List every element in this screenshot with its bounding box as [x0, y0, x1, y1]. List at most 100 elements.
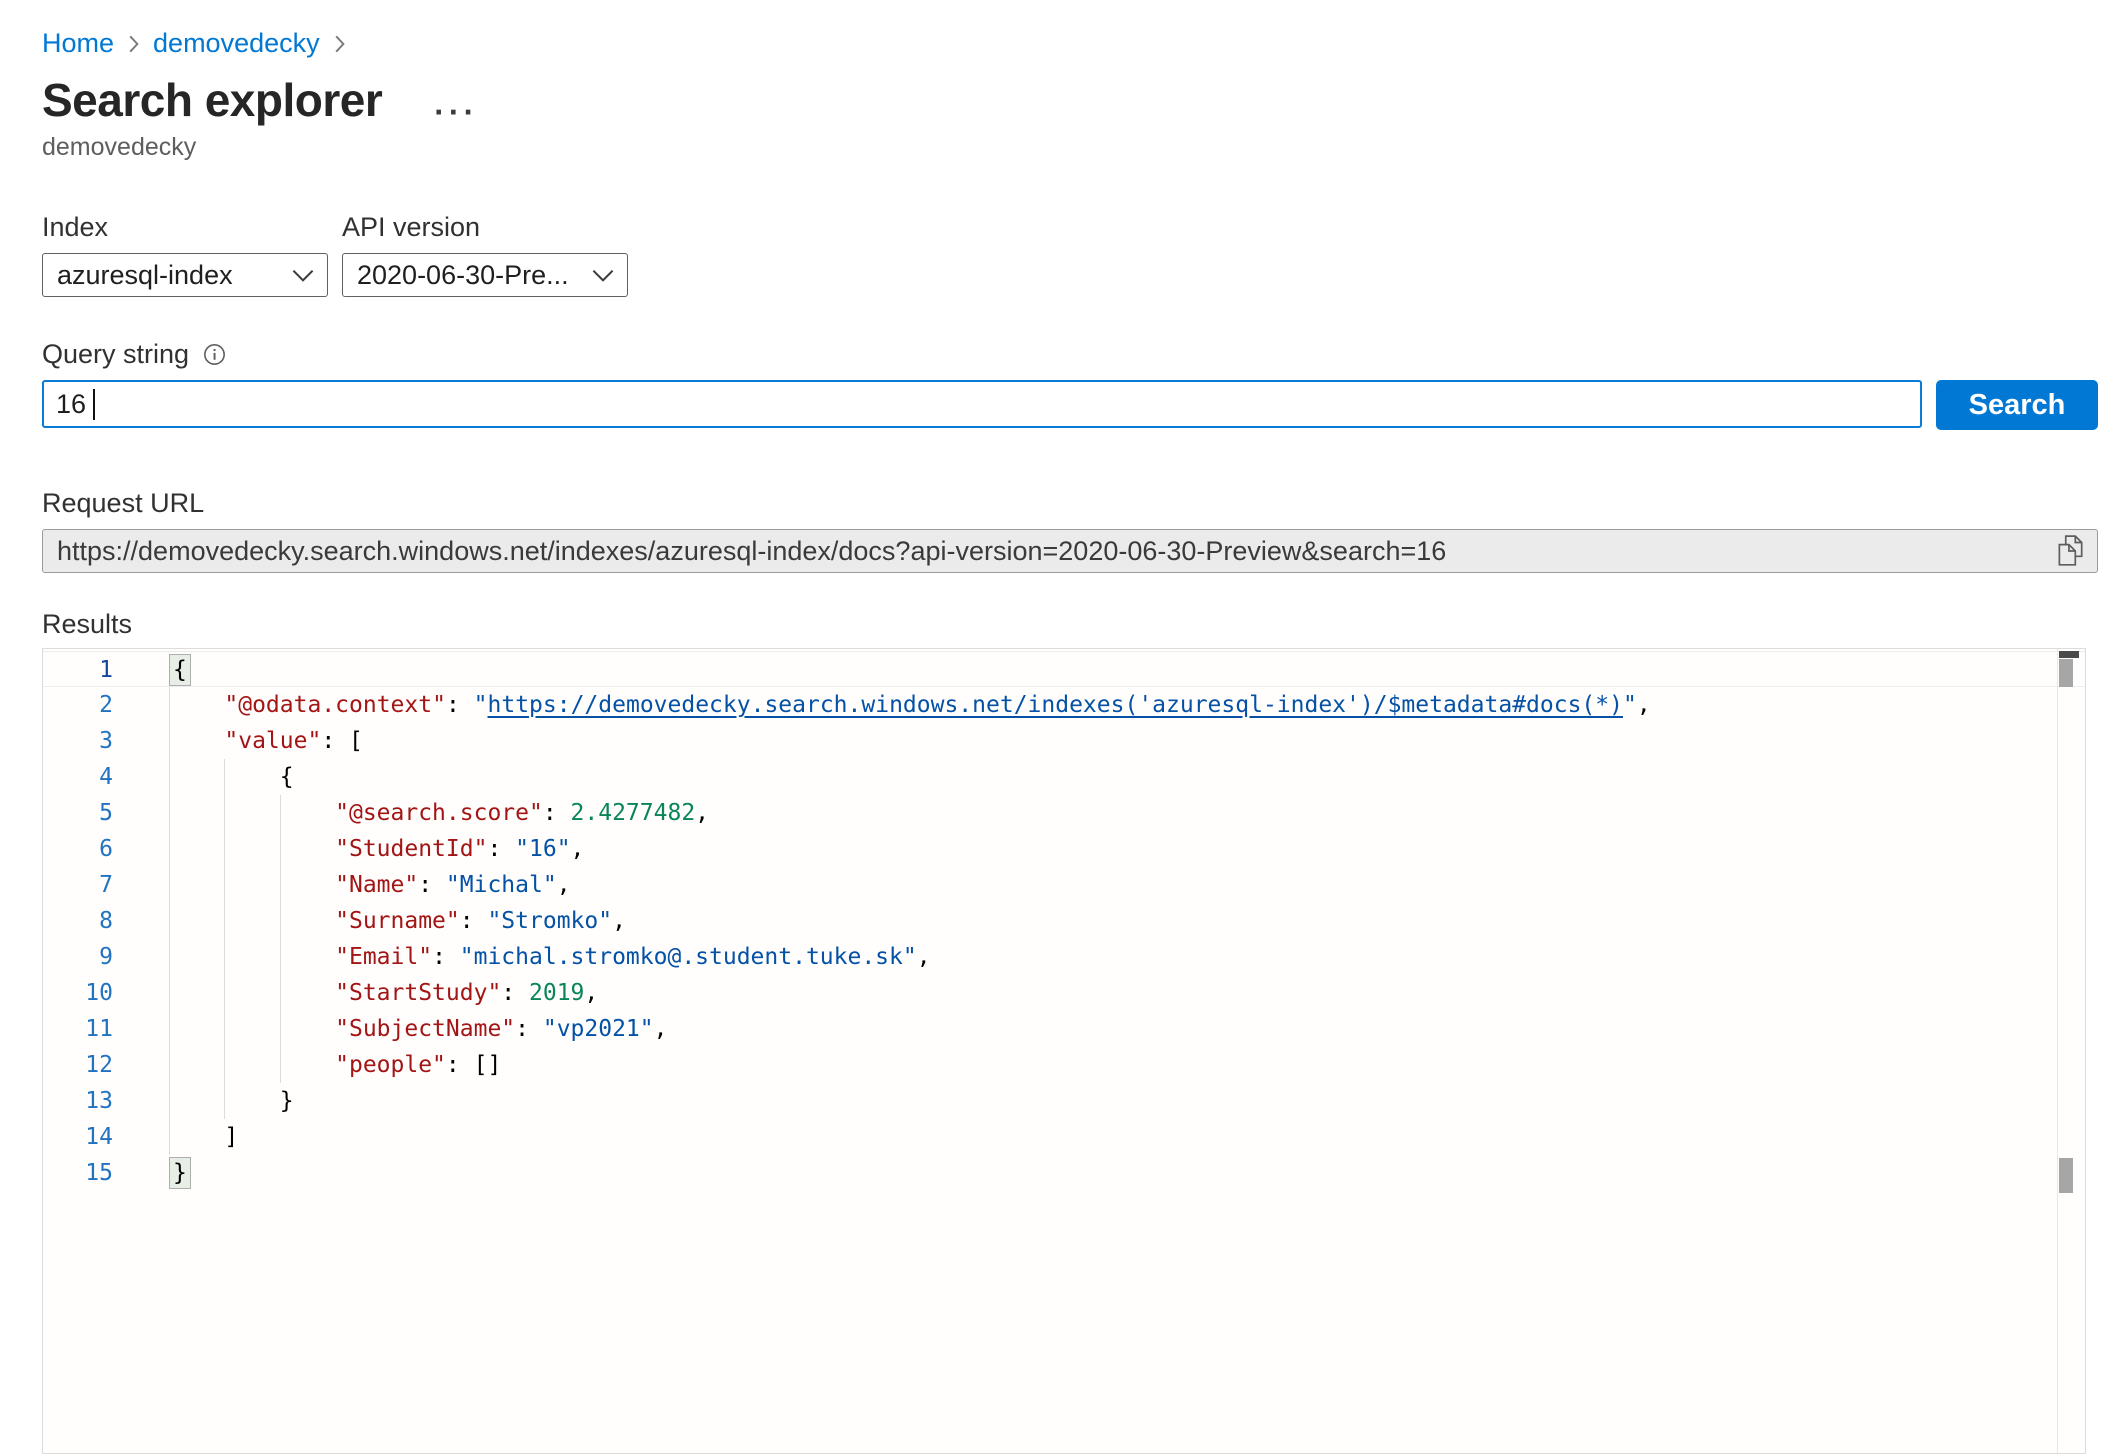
chevron-down-icon	[591, 268, 615, 283]
code-token: :	[432, 944, 460, 970]
indent-guide	[169, 1047, 224, 1083]
code-line-text: "Name": "Michal",	[169, 867, 571, 903]
code-token: ,	[557, 872, 571, 898]
code-line-text: ]	[169, 1119, 238, 1155]
more-options-button[interactable]: ···	[434, 97, 478, 127]
code-line-text: }	[169, 1083, 294, 1119]
code-line: 15}	[43, 1155, 2085, 1191]
indent-guide	[169, 795, 224, 831]
code-line: 14]	[43, 1119, 2085, 1155]
code-line: 6"StudentId": "16",	[43, 831, 2085, 867]
breadcrumb-home-link[interactable]: Home	[42, 28, 114, 59]
code-token: ,	[654, 1016, 668, 1042]
code-token: :	[460, 908, 488, 934]
indent-guide	[280, 795, 335, 831]
text-cursor	[93, 389, 95, 420]
request-url-label: Request URL	[42, 488, 2098, 519]
search-button[interactable]: Search	[1936, 380, 2098, 430]
indent-guide	[280, 903, 335, 939]
results-editor[interactable]: 1{2"@odata.context": "https://demovedeck…	[42, 648, 2086, 1454]
copy-button[interactable]	[2055, 534, 2085, 568]
code-token: :	[543, 800, 571, 826]
line-number: 5	[43, 795, 113, 831]
line-number: 7	[43, 867, 113, 903]
ruler-cursor-marker	[2059, 651, 2079, 658]
line-number: 15	[43, 1155, 113, 1191]
indent-guide	[224, 759, 279, 795]
selects-row: azuresql-index 2020-06-30-Pre...	[42, 253, 2098, 297]
query-input-wrap	[42, 380, 1922, 430]
indent-guide	[169, 759, 224, 795]
select-labels-row: Index API version	[42, 212, 2098, 243]
chevron-right-icon	[126, 33, 141, 55]
indent-guide	[224, 1047, 279, 1083]
page-header: Search explorer ···	[42, 73, 2098, 127]
code-line: 8 "Surname": "Stromko",	[43, 903, 2085, 939]
code-token: :	[418, 872, 446, 898]
breadcrumb: Home demovedecky	[42, 0, 2098, 59]
code-token: ,	[612, 908, 626, 934]
request-url-box: https://demovedecky.search.windows.net/i…	[42, 529, 2098, 573]
index-dropdown-value: azuresql-index	[57, 260, 291, 291]
editor-overview-ruler[interactable]	[2057, 649, 2085, 1453]
code-token: "Michal"	[446, 872, 557, 898]
indent-guide	[224, 831, 279, 867]
code-token: : [	[321, 728, 363, 754]
code-token: "michal.stromko@.student.tuke.sk"	[460, 944, 917, 970]
code-token: }	[280, 1088, 294, 1114]
results-label: Results	[42, 609, 2098, 640]
line-number: 2	[43, 687, 113, 723]
editor-lines: 1{2"@odata.context": "https://demovedeck…	[43, 649, 2085, 1191]
indent-guide	[169, 939, 224, 975]
code-line-text: "Surname": "Stromko",	[169, 903, 626, 939]
line-number: 11	[43, 1011, 113, 1047]
breadcrumb-demovedecky-link[interactable]: demovedecky	[153, 28, 320, 59]
index-label: Index	[42, 212, 342, 243]
code-line-text: "StudentId": "16",	[169, 831, 584, 867]
api-version-dropdown-value: 2020-06-30-Pre...	[357, 260, 591, 291]
line-number: 10	[43, 975, 113, 1011]
query-label-row: Query string	[42, 339, 2098, 370]
code-token: "vp2021"	[543, 1016, 654, 1042]
code-line-text: "value": [	[169, 723, 363, 759]
code-token: "@odata.context"	[224, 692, 446, 718]
indent-guide	[224, 975, 279, 1011]
code-token: "StudentId"	[335, 836, 487, 862]
code-line-text: {	[169, 652, 191, 688]
indent-guide	[169, 975, 224, 1011]
page-title: Search explorer	[42, 73, 382, 127]
code-token: :	[487, 836, 515, 862]
indent-guide	[169, 687, 224, 723]
code-token: }	[169, 1157, 191, 1189]
indent-guide	[169, 1119, 224, 1155]
code-token: "Name"	[335, 872, 418, 898]
page-subtitle: demovedecky	[42, 133, 2098, 162]
code-token: :	[515, 1016, 543, 1042]
code-token: ]	[224, 1124, 238, 1150]
indent-guide	[224, 1083, 279, 1119]
indent-guide	[280, 975, 335, 1011]
code-line: 4{	[43, 759, 2085, 795]
code-token: ,	[695, 800, 709, 826]
code-token: {	[169, 654, 191, 686]
api-version-dropdown[interactable]: 2020-06-30-Pre...	[342, 253, 628, 297]
code-line: 12 "people": []	[43, 1047, 2085, 1083]
code-line: 13}	[43, 1083, 2085, 1119]
code-line-text: "Email": "michal.stromko@.student.tuke.s…	[169, 939, 931, 975]
code-line: 11"SubjectName": "vp2021",	[43, 1011, 2085, 1047]
query-input[interactable]	[42, 380, 1922, 428]
info-icon[interactable]	[203, 343, 226, 366]
code-line-text: "people": []	[169, 1047, 501, 1083]
request-url-value: https://demovedecky.search.windows.net/i…	[57, 536, 2055, 567]
code-token: ,	[917, 944, 931, 970]
indent-guide	[224, 939, 279, 975]
index-dropdown[interactable]: azuresql-index	[42, 253, 328, 297]
code-line-text: "@odata.context": "https://demovedecky.s…	[169, 687, 1651, 723]
ruler-bracket-marker-bottom	[2059, 1158, 2073, 1193]
indent-guide	[169, 831, 224, 867]
query-string-label: Query string	[42, 339, 189, 370]
line-number: 12	[43, 1047, 113, 1083]
line-number: 8	[43, 903, 113, 939]
line-number: 3	[43, 723, 113, 759]
api-version-label: API version	[342, 212, 480, 243]
